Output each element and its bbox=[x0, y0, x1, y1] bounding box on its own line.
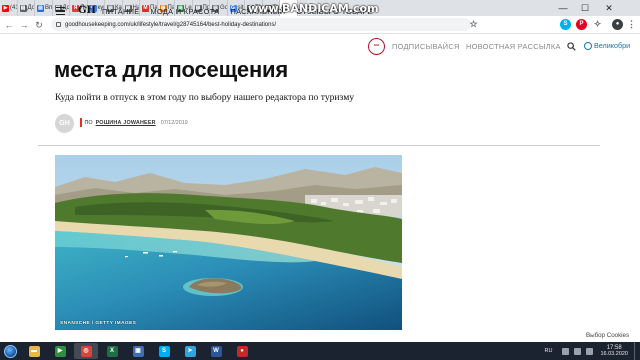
bandicam-icon: ▣ bbox=[132, 345, 144, 357]
language-indicator[interactable]: RU bbox=[545, 348, 553, 354]
address-bar[interactable]: goodhousekeeping.com/uk/lifestyle/travel… bbox=[51, 18, 471, 31]
search-icon[interactable] bbox=[567, 42, 576, 51]
telegram-icon: ➤ bbox=[184, 345, 196, 357]
skype-icon: S bbox=[158, 345, 170, 357]
network-icon[interactable] bbox=[574, 347, 582, 355]
ghi-seal-logo[interactable]: GHI bbox=[368, 38, 385, 55]
page-favicon-icon: ▤ bbox=[37, 4, 44, 12]
byline-accent-bar bbox=[80, 118, 82, 127]
page-favicon-icon: ▤ bbox=[19, 4, 27, 12]
browser-tab[interactable]: ▤Впл bbox=[35, 0, 53, 16]
taskbar-app-button[interactable]: S bbox=[152, 343, 176, 359]
globe-icon bbox=[584, 41, 592, 50]
extension-puzzle-icon[interactable]: ✧ bbox=[592, 19, 603, 30]
reload-button[interactable]: ↻ bbox=[33, 19, 45, 31]
bandicam-watermark: www.BANDICAM.com bbox=[248, 1, 379, 15]
browser-tab-label: Впл bbox=[45, 5, 53, 11]
cookie-choices-link[interactable]: Выбор Cookies bbox=[586, 332, 629, 339]
taskbar-app-button[interactable]: ▬ bbox=[22, 343, 46, 359]
word-icon: W bbox=[210, 345, 222, 357]
explorer-icon: ▬ bbox=[28, 345, 40, 357]
windows-logo-icon bbox=[3, 344, 17, 358]
profile-avatar-icon[interactable]: ● bbox=[612, 19, 623, 30]
chrome-icon: ◎ bbox=[80, 345, 92, 357]
browser-tab-label: Дос bbox=[27, 5, 35, 11]
media-player-icon: ▶ bbox=[54, 345, 66, 357]
browser-tab[interactable]: ▤Дос bbox=[18, 0, 35, 16]
address-bar-url: goodhousekeeping.com/uk/lifestyle/travel… bbox=[65, 21, 277, 28]
taskbar-app-button[interactable]: ◎ bbox=[74, 343, 98, 359]
youtube-favicon-icon: ▶ bbox=[2, 4, 9, 12]
author-avatar: GH bbox=[55, 114, 74, 133]
nav-item[interactable]: МОДА И КРАСОТА bbox=[151, 7, 220, 16]
taskbar-app-button[interactable]: ● bbox=[230, 343, 254, 359]
bandicam-watermark-text: www.BANDICAM.com bbox=[248, 1, 379, 15]
pinterest-extension-icon[interactable]: P bbox=[576, 19, 587, 30]
clock-date: 16.03.2020 bbox=[600, 351, 628, 357]
window-minimize-button[interactable]: — bbox=[552, 0, 574, 16]
browser-tab-label: (41 bbox=[10, 5, 17, 11]
region-label: Великобри bbox=[594, 41, 631, 50]
taskbar-app-button[interactable]: X bbox=[100, 343, 124, 359]
window-maximize-button[interactable]: ☐ bbox=[574, 0, 596, 16]
browser-tab[interactable]: ▶(41 bbox=[0, 0, 18, 16]
subscribe-link[interactable]: ПОДПИСЫВАЙСЯ bbox=[392, 42, 460, 51]
excel-icon: X bbox=[106, 345, 118, 357]
byline-prefix: ПО bbox=[84, 119, 93, 126]
taskbar-app-button[interactable]: W bbox=[204, 343, 228, 359]
skype-extension-icon[interactable]: S bbox=[560, 19, 571, 30]
system-tray: RU 17:58 16.03.2020 bbox=[545, 342, 640, 360]
divider bbox=[38, 145, 600, 146]
menu-icon[interactable] bbox=[56, 7, 65, 15]
lock-icon bbox=[56, 22, 61, 27]
author-link[interactable]: РОШИНА JOWAHEER bbox=[96, 120, 156, 126]
star-icon[interactable]: ☆ bbox=[468, 19, 479, 30]
taskbar-app-button[interactable]: ▣ bbox=[126, 343, 150, 359]
start-button[interactable] bbox=[0, 342, 20, 360]
taskbar-app-button[interactable]: ➤ bbox=[178, 343, 202, 359]
recorder-icon: ● bbox=[236, 345, 248, 357]
nav-item[interactable]: ПИТАНИЕ bbox=[102, 7, 140, 16]
newsletter-link[interactable]: НОВОСТНАЯ РАССЫЛКА bbox=[466, 42, 561, 51]
image-credit: SNANSCHE / GETTY IMAGES bbox=[60, 321, 137, 326]
taskbar-app-button[interactable]: ▶ bbox=[48, 343, 72, 359]
window-close-button[interactable]: ✕ bbox=[598, 0, 620, 16]
tray-arrow-icon[interactable] bbox=[562, 347, 570, 355]
byline: ПО РОШИНА JOWAHEER 07/12/2019 bbox=[80, 118, 188, 127]
volume-icon[interactable] bbox=[586, 347, 594, 355]
site-logo[interactable]: GH bbox=[78, 5, 96, 17]
back-button[interactable]: ← bbox=[3, 19, 15, 31]
forward-button[interactable]: → bbox=[18, 19, 30, 31]
more-menu-icon[interactable]: ⋮ bbox=[626, 19, 637, 30]
browser-toolbar: ← → ↻ goodhousekeeping.com/uk/lifestyle/… bbox=[0, 16, 640, 34]
article-dek: Куда пойти в отпуск в этом году по выбор… bbox=[55, 92, 355, 103]
show-desktop-button[interactable] bbox=[634, 342, 640, 360]
region-selector[interactable]: Великобри bbox=[584, 41, 630, 50]
clock[interactable]: 17:58 16.03.2020 bbox=[600, 345, 628, 358]
hero-image[interactable] bbox=[55, 155, 402, 330]
article-title: места для посещения bbox=[54, 57, 289, 82]
publish-date: 07/12/2019 bbox=[160, 119, 188, 126]
